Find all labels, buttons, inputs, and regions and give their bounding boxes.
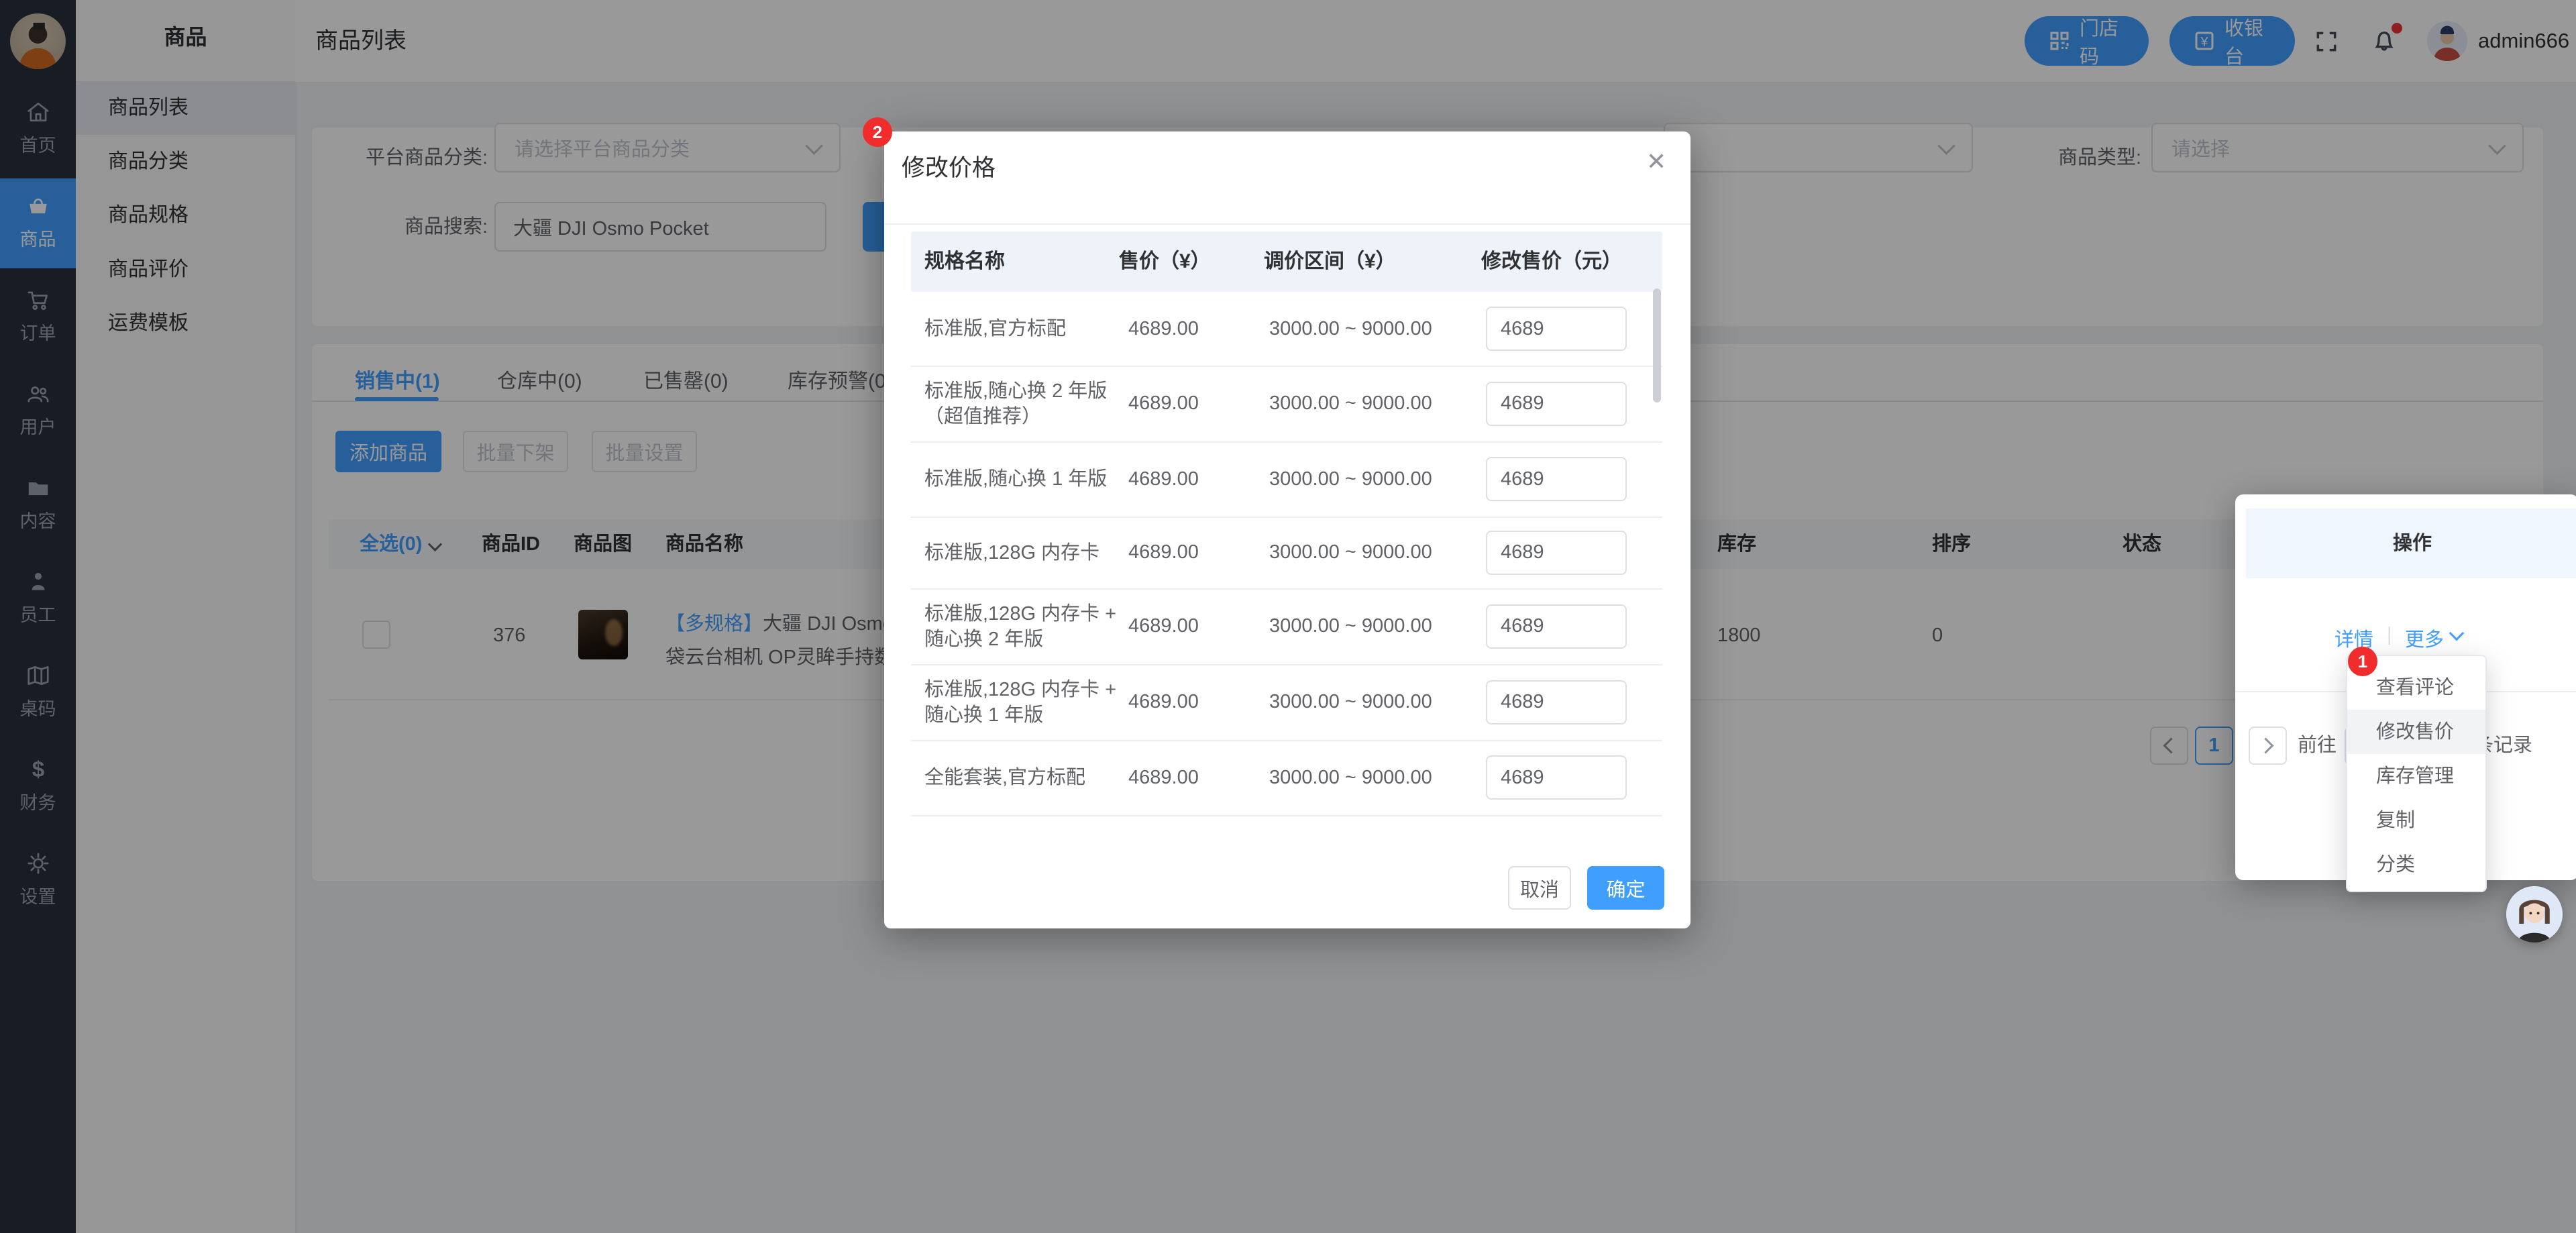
price-input[interactable]	[1486, 755, 1627, 800]
spec-row: 标准版,官方标配 4689.00 3000.00 ~ 9000.00	[911, 292, 1662, 367]
price-input[interactable]	[1486, 604, 1627, 649]
spec-row: 标准版,128G 内存卡 + 随心换 1 年版 4689.00 3000.00 …	[911, 664, 1662, 741]
spec-row: 标准版,随心换 2 年版（超值推荐） 4689.00 3000.00 ~ 900…	[911, 366, 1662, 443]
menu-item-edit-price[interactable]: 修改售价	[2347, 710, 2485, 754]
spec-price: 4689.00	[1128, 740, 1199, 815]
spec-range: 3000.00 ~ 9000.00	[1269, 441, 1432, 517]
spec-price: 4689.00	[1128, 588, 1199, 664]
price-input[interactable]	[1486, 382, 1627, 426]
modal-header-divider	[884, 223, 1690, 225]
spec-row: 标准版,随心换 1 年版 4689.00 3000.00 ~ 9000.00	[911, 441, 1662, 518]
spec-name: 全能套装,官方标配	[924, 740, 1126, 815]
goto-label: 前往	[2298, 727, 2337, 765]
range-header: 调价区间（¥）	[1264, 231, 1396, 292]
girl-avatar-icon	[2506, 886, 2563, 943]
app-root: 首页 商品 订单 用户 内容 员工 桌码 $ 财务	[0, 0, 2576, 1233]
chevron-right-icon	[2257, 737, 2273, 753]
guide-step-1-badge: 1	[2348, 647, 2377, 676]
spec-name: 标准版,随心换 2 年版（超值推荐）	[924, 366, 1126, 441]
spec-price: 4689.00	[1128, 664, 1199, 740]
price-input[interactable]	[1486, 307, 1627, 351]
spec-range: 3000.00 ~ 9000.00	[1269, 740, 1432, 815]
guide-step-2-badge: 2	[863, 117, 892, 147]
menu-item-category[interactable]: 分类	[2347, 843, 2485, 887]
spec-name: 标准版,128G 内存卡 + 随心换 1 年版	[924, 664, 1126, 740]
spec-range: 3000.00 ~ 9000.00	[1269, 517, 1432, 588]
spec-name: 标准版,128G 内存卡	[924, 517, 1126, 588]
spec-name: 标准版,随心换 1 年版	[924, 441, 1126, 517]
price-input[interactable]	[1486, 531, 1627, 575]
spec-range: 3000.00 ~ 9000.00	[1269, 588, 1432, 664]
spec-name: 标准版,官方标配	[924, 292, 1126, 366]
spec-price: 4689.00	[1128, 517, 1199, 588]
more-dropdown-menu: 查看评论 修改售价 库存管理 复制 分类	[2346, 655, 2487, 892]
assistant-avatar[interactable]	[2506, 886, 2563, 943]
spec-name: 标准版,128G 内存卡 + 随心换 2 年版	[924, 588, 1126, 664]
edit-price-modal: 修改价格 ✕ 规格名称 售价（¥） 调价区间（¥） 修改售价（元） 标准版,官方…	[884, 131, 1690, 928]
spec-name-header: 规格名称	[924, 231, 1005, 292]
action-header: 操作	[2246, 508, 2576, 578]
modal-table-bottom-line	[911, 815, 1662, 816]
chevron-down-icon	[2449, 626, 2465, 641]
more-link[interactable]: 更多	[2405, 624, 2444, 652]
menu-item-copy[interactable]: 复制	[2347, 798, 2485, 843]
price-input[interactable]	[1486, 680, 1627, 725]
next-page-button[interactable]	[2249, 727, 2287, 765]
price-header: 售价（¥）	[1119, 231, 1211, 292]
action-header-band: 操作	[2246, 508, 2576, 578]
modal-scrollbar[interactable]	[1653, 288, 1661, 403]
menu-item-stock-manage[interactable]: 库存管理	[2347, 754, 2485, 798]
spec-price: 4689.00	[1128, 366, 1199, 441]
spec-row: 标准版,128G 内存卡 4689.00 3000.00 ~ 9000.00	[911, 517, 1662, 590]
spec-price: 4689.00	[1128, 292, 1199, 366]
confirm-button[interactable]: 确定	[1587, 866, 1664, 910]
spec-row: 全能套装,官方标配 4689.00 3000.00 ~ 9000.00	[911, 740, 1662, 815]
spec-price: 4689.00	[1128, 441, 1199, 517]
edit-price-header: 修改售价（元）	[1481, 231, 1622, 292]
close-icon[interactable]: ✕	[1646, 148, 1666, 176]
spec-row: 标准版,128G 内存卡 + 随心换 2 年版 4689.00 3000.00 …	[911, 588, 1662, 665]
spec-range: 3000.00 ~ 9000.00	[1269, 664, 1432, 740]
spec-range: 3000.00 ~ 9000.00	[1269, 292, 1432, 366]
modal-title: 修改价格	[902, 149, 996, 183]
price-input[interactable]	[1486, 457, 1627, 501]
spec-range: 3000.00 ~ 9000.00	[1269, 366, 1432, 441]
modal-table-header: 规格名称 售价（¥） 调价区间（¥） 修改售价（元）	[911, 231, 1662, 292]
link-divider: |	[2387, 624, 2392, 646]
cancel-button[interactable]: 取消	[1508, 866, 1571, 910]
